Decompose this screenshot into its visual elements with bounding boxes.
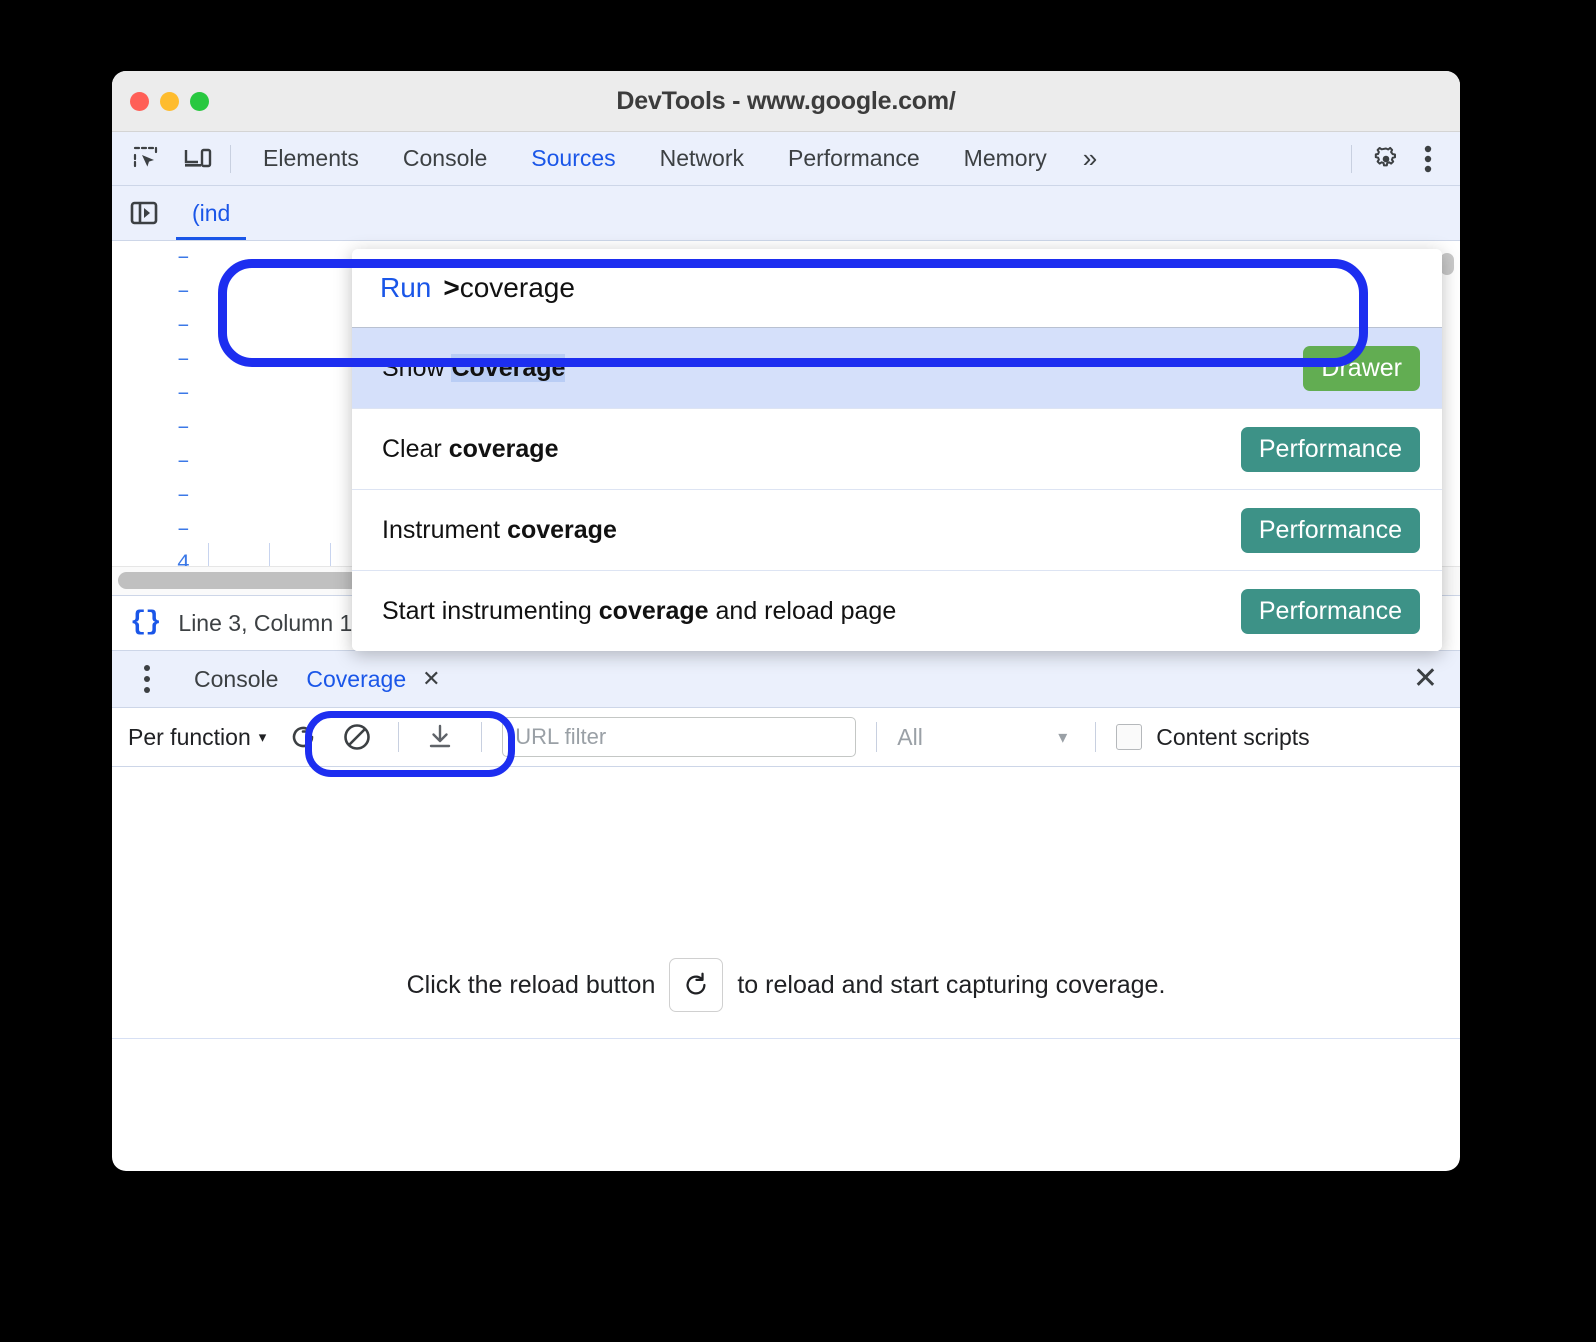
drawer-tab-console[interactable]: Console: [180, 651, 292, 707]
label-pre: Clear: [382, 434, 449, 463]
coverage-empty-state: Click the reload button to reload and st…: [112, 958, 1460, 1012]
window-titlebar: DevTools - www.google.com/: [112, 71, 1460, 132]
line-number: –: [176, 483, 190, 508]
query-text: coverage: [459, 272, 575, 303]
palette-item-start-instrumenting-coverage[interactable]: Start instrumenting coverage and reload …: [352, 570, 1442, 651]
tab-sources[interactable]: Sources: [509, 132, 637, 185]
toolbar-divider: [481, 722, 483, 752]
drawer-tab-coverage[interactable]: Coverage ✕: [292, 651, 454, 707]
label-post: and reload page: [708, 596, 897, 625]
tabbar-right-icons: [1351, 132, 1460, 185]
command-palette[interactable]: Run >coverage Show Coverage Drawer Clear…: [352, 249, 1442, 651]
chevron-down-icon: ▾: [258, 729, 267, 746]
tab-elements[interactable]: Elements: [241, 132, 381, 185]
drawer-tabbar: Console Coverage ✕ ✕: [112, 651, 1460, 708]
editor-vertical-scrollbar[interactable]: [1440, 253, 1454, 275]
coverage-mode-label: Per function: [128, 723, 251, 750]
toolbar-divider: [876, 722, 878, 752]
more-tabs-icon[interactable]: »: [1069, 132, 1111, 185]
tab-console[interactable]: Console: [381, 132, 509, 185]
tabbar-divider: [230, 144, 231, 173]
command-palette-input[interactable]: Run >coverage: [352, 249, 1442, 327]
coverage-empty-text-pre: Click the reload button: [406, 970, 656, 999]
close-icon[interactable]: ✕: [422, 666, 440, 692]
device-toolbar-icon[interactable]: [180, 141, 216, 177]
line-number: –: [176, 347, 190, 372]
drawer-tab-coverage-label: Coverage: [306, 665, 407, 692]
palette-item-badge: Performance: [1240, 507, 1420, 553]
palette-item-label: Clear coverage: [382, 435, 558, 464]
line-number: –: [176, 313, 190, 338]
label-pre: Show: [382, 353, 452, 382]
label-highlight: coverage: [448, 434, 559, 463]
coverage-type-filter[interactable]: All ▾: [897, 724, 1075, 751]
command-palette-results: Show Coverage Drawer Clear coverage Perf…: [352, 327, 1442, 651]
palette-item-label: Instrument coverage: [382, 516, 617, 545]
palette-item-badge: Performance: [1240, 426, 1420, 472]
inspect-element-icon[interactable]: [128, 141, 164, 177]
line-number: –: [176, 517, 190, 542]
palette-item-label: Show Coverage: [382, 353, 566, 383]
toolbar-divider: [1095, 722, 1097, 752]
show-navigator-icon[interactable]: [126, 195, 162, 231]
checkbox-box[interactable]: [1116, 724, 1143, 750]
line-number: –: [176, 415, 190, 440]
tabbar-left-icons: [112, 132, 230, 185]
kebab-menu-icon[interactable]: [1410, 141, 1446, 177]
devtools-window: DevTools - www.google.com/ Elements Cons…: [112, 71, 1460, 1171]
label-highlight: coverage: [507, 515, 617, 544]
palette-item-clear-coverage[interactable]: Clear coverage Performance: [352, 408, 1442, 489]
label-pre: Start instrumenting: [382, 596, 599, 625]
coverage-empty-text-post: to reload and start capturing coverage.: [737, 970, 1166, 999]
tab-performance[interactable]: Performance: [766, 132, 942, 185]
coverage-type-filter-value: All: [897, 723, 923, 750]
content-scripts-checkbox[interactable]: Content scripts: [1116, 723, 1310, 751]
palette-item-instrument-coverage[interactable]: Instrument coverage Performance: [352, 489, 1442, 570]
download-icon[interactable]: [419, 716, 461, 758]
tab-memory[interactable]: Memory: [942, 132, 1069, 185]
toolbar-divider: [398, 722, 400, 752]
clear-icon[interactable]: [336, 716, 378, 758]
content-scripts-label: Content scripts: [1156, 723, 1310, 750]
line-number: –: [176, 381, 190, 406]
pretty-print-icon[interactable]: {}: [130, 608, 161, 638]
label-highlight: coverage: [598, 596, 709, 625]
line-number-gutter: – – – – – – – – – 4 –: [112, 241, 208, 595]
tab-network[interactable]: Network: [638, 132, 766, 185]
devtools-tabbar: Elements Console Sources Network Perform…: [112, 132, 1460, 186]
tabbar-right-divider: [1351, 144, 1352, 173]
palette-item-label: Start instrumenting coverage and reload …: [382, 597, 896, 626]
label-highlight: Coverage: [451, 353, 566, 382]
panel-tabs: Elements Console Sources Network Perform…: [241, 132, 1111, 185]
query-prefix: >: [443, 272, 460, 303]
palette-item-badge: Performance: [1240, 588, 1420, 634]
palette-item-badge: Drawer: [1303, 345, 1420, 391]
coverage-panel-body: Click the reload button to reload and st…: [112, 767, 1460, 1075]
label-pre: Instrument: [382, 515, 508, 544]
gear-icon[interactable]: [1368, 141, 1404, 177]
coverage-bottom-divider: [112, 1038, 1460, 1039]
line-number: –: [176, 245, 190, 270]
coverage-toolbar: Per function ▾ URL filter All ▾ Content …: [112, 708, 1460, 767]
coverage-mode-select[interactable]: Per function ▾: [128, 724, 270, 751]
sources-subheader: (ind: [112, 186, 1460, 241]
command-palette-query: >coverage: [443, 272, 575, 304]
chevron-down-icon: ▾: [1058, 726, 1068, 747]
reload-icon[interactable]: [669, 958, 724, 1012]
palette-item-show-coverage[interactable]: Show Coverage Drawer: [352, 327, 1442, 408]
drawer-kebab-menu-icon[interactable]: [132, 665, 162, 693]
reload-icon[interactable]: [282, 716, 324, 758]
url-filter-placeholder: URL filter: [515, 724, 607, 749]
line-number: –: [176, 449, 190, 474]
command-palette-mode-label: Run: [380, 272, 432, 303]
window-title: DevTools - www.google.com/: [616, 87, 956, 115]
screenshot-root: DevTools - www.google.com/ Elements Cons…: [0, 0, 1596, 1342]
close-drawer-icon[interactable]: ✕: [1413, 664, 1438, 694]
line-number: –: [176, 279, 190, 304]
url-filter-input[interactable]: URL filter: [502, 717, 857, 757]
file-tab-index[interactable]: (ind: [176, 186, 246, 240]
